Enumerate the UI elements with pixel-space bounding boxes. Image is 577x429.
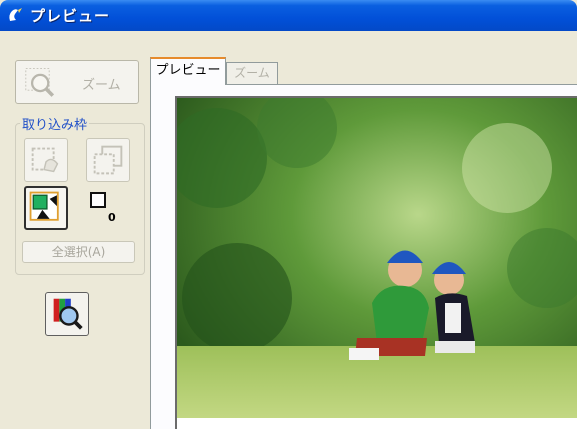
preview-image[interactable] [175, 96, 577, 429]
frame-marker-icon [90, 192, 106, 208]
title-bar[interactable]: プレビュー [0, 0, 577, 31]
select-all-button[interactable]: 全選択(A) [22, 241, 135, 263]
delete-frame-button[interactable] [24, 138, 68, 182]
frame-group-label: 取り込み枠 [20, 114, 90, 133]
tab-zoom[interactable]: ズーム [226, 62, 278, 84]
zoom-button[interactable]: ズーム [15, 60, 139, 104]
frame-count: 0 [108, 211, 116, 224]
auto-locate-icon [29, 191, 59, 221]
tab-preview[interactable]: プレビュー [150, 57, 226, 85]
copy-frame-button[interactable] [86, 138, 130, 182]
copy-frame-icon [93, 145, 123, 175]
delete-frame-icon [31, 147, 59, 173]
preview-photo [177, 98, 577, 429]
scanner-app-icon [9, 8, 22, 21]
zoom-button-label: ズーム [82, 78, 121, 93]
image-adjust-button[interactable] [45, 292, 89, 336]
auto-locate-button[interactable] [24, 186, 68, 230]
image-adjust-icon [53, 298, 83, 330]
zoom-preview-icon [25, 68, 55, 97]
window-title: プレビュー [30, 7, 111, 25]
